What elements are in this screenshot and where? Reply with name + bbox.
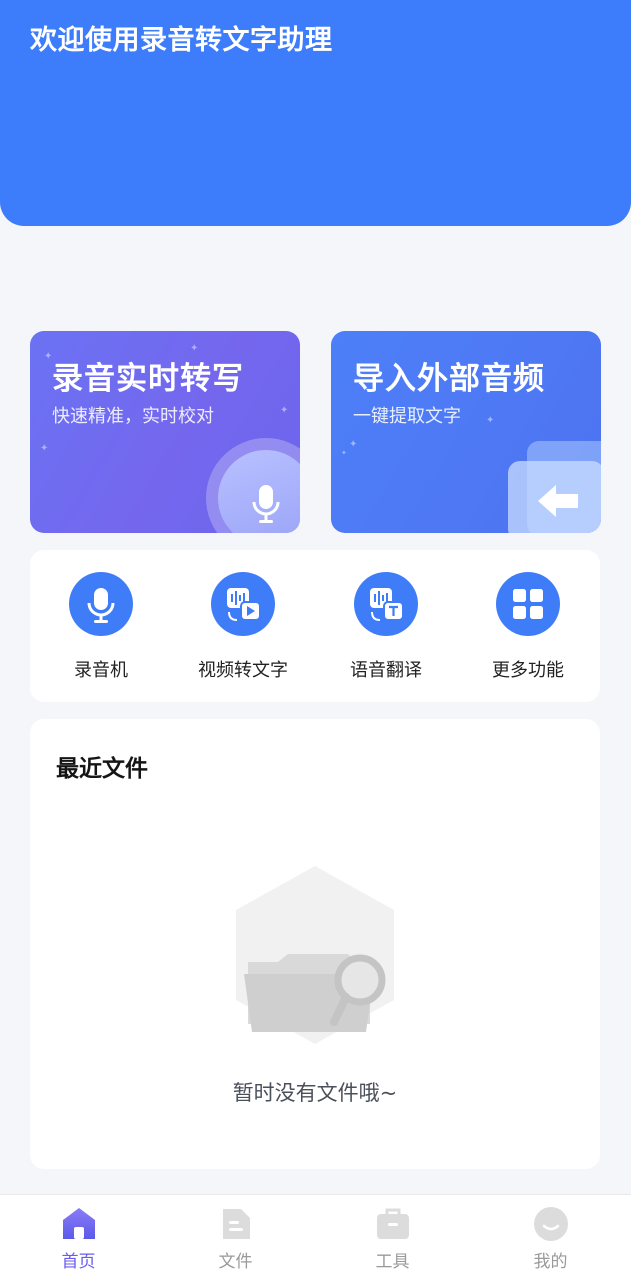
quick-tools-panel: 录音机 视频转文字 语音翻译 更多功能	[30, 550, 600, 702]
tool-label: 视频转文字	[198, 660, 288, 681]
tool-video-to-text[interactable]: 视频转文字	[172, 550, 314, 702]
toolbox-icon	[374, 1205, 412, 1243]
record-card-title: 录音实时转写	[52, 361, 244, 397]
sparkle-decoration: ✦	[40, 443, 49, 454]
tool-more-features[interactable]: 更多功能	[457, 550, 599, 702]
tool-label: 语音翻译	[350, 660, 422, 681]
nav-item-tools[interactable]: 工具	[314, 1195, 471, 1281]
microphone-icon	[69, 572, 133, 636]
sparkle-decoration: ✦	[349, 439, 358, 450]
import-arrow-icon	[508, 461, 601, 533]
video-to-text-icon	[211, 572, 275, 636]
sparkle-decoration: ✦	[280, 405, 289, 416]
nav-label: 工具	[375, 1252, 410, 1272]
import-card-title: 导入外部音频	[353, 361, 545, 397]
sparkle-decoration: ✦	[486, 415, 495, 426]
nav-label: 首页	[61, 1252, 96, 1272]
grid-icon	[496, 572, 560, 636]
import-audio-card[interactable]: ✦ ✦ ✦ 导入外部音频 一键提取文字	[331, 331, 601, 533]
nav-item-files[interactable]: 文件	[157, 1195, 314, 1281]
page-title: 欢迎使用录音转文字助理	[30, 25, 333, 56]
recent-files-title: 最近文件	[56, 756, 148, 782]
file-icon	[217, 1205, 255, 1243]
empty-state-message: 暂时没有文件哦~	[232, 1081, 398, 1105]
record-realtime-card[interactable]: ✦ ✦ ✦ ✦ 录音实时转写 快速精准，实时校对	[30, 331, 300, 533]
header-banner: 欢迎使用录音转文字助理	[0, 0, 631, 226]
tool-label: 更多功能	[492, 660, 564, 681]
sparkle-decoration: ✦	[341, 449, 347, 457]
tool-label: 录音机	[74, 660, 128, 681]
home-icon	[60, 1205, 98, 1243]
nav-label: 我的	[533, 1252, 568, 1272]
profile-icon	[532, 1205, 570, 1243]
tool-recorder[interactable]: 录音机	[30, 550, 172, 702]
empty-folder-search-icon	[230, 864, 400, 1053]
voice-translate-icon	[354, 572, 418, 636]
record-card-subtitle: 快速精准，实时校对	[52, 406, 214, 427]
recent-files-panel: 最近文件 暂时没有文件哦~	[30, 719, 600, 1169]
tool-voice-translate[interactable]: 语音翻译	[315, 550, 457, 702]
nav-label: 文件	[218, 1252, 253, 1272]
nav-item-home[interactable]: 首页	[0, 1195, 157, 1281]
microphone-icon	[206, 438, 300, 533]
import-card-subtitle: 一键提取文字	[353, 406, 461, 427]
nav-item-profile[interactable]: 我的	[472, 1195, 629, 1281]
bottom-navigation: 首页 文件 工具 我的	[0, 1194, 631, 1281]
